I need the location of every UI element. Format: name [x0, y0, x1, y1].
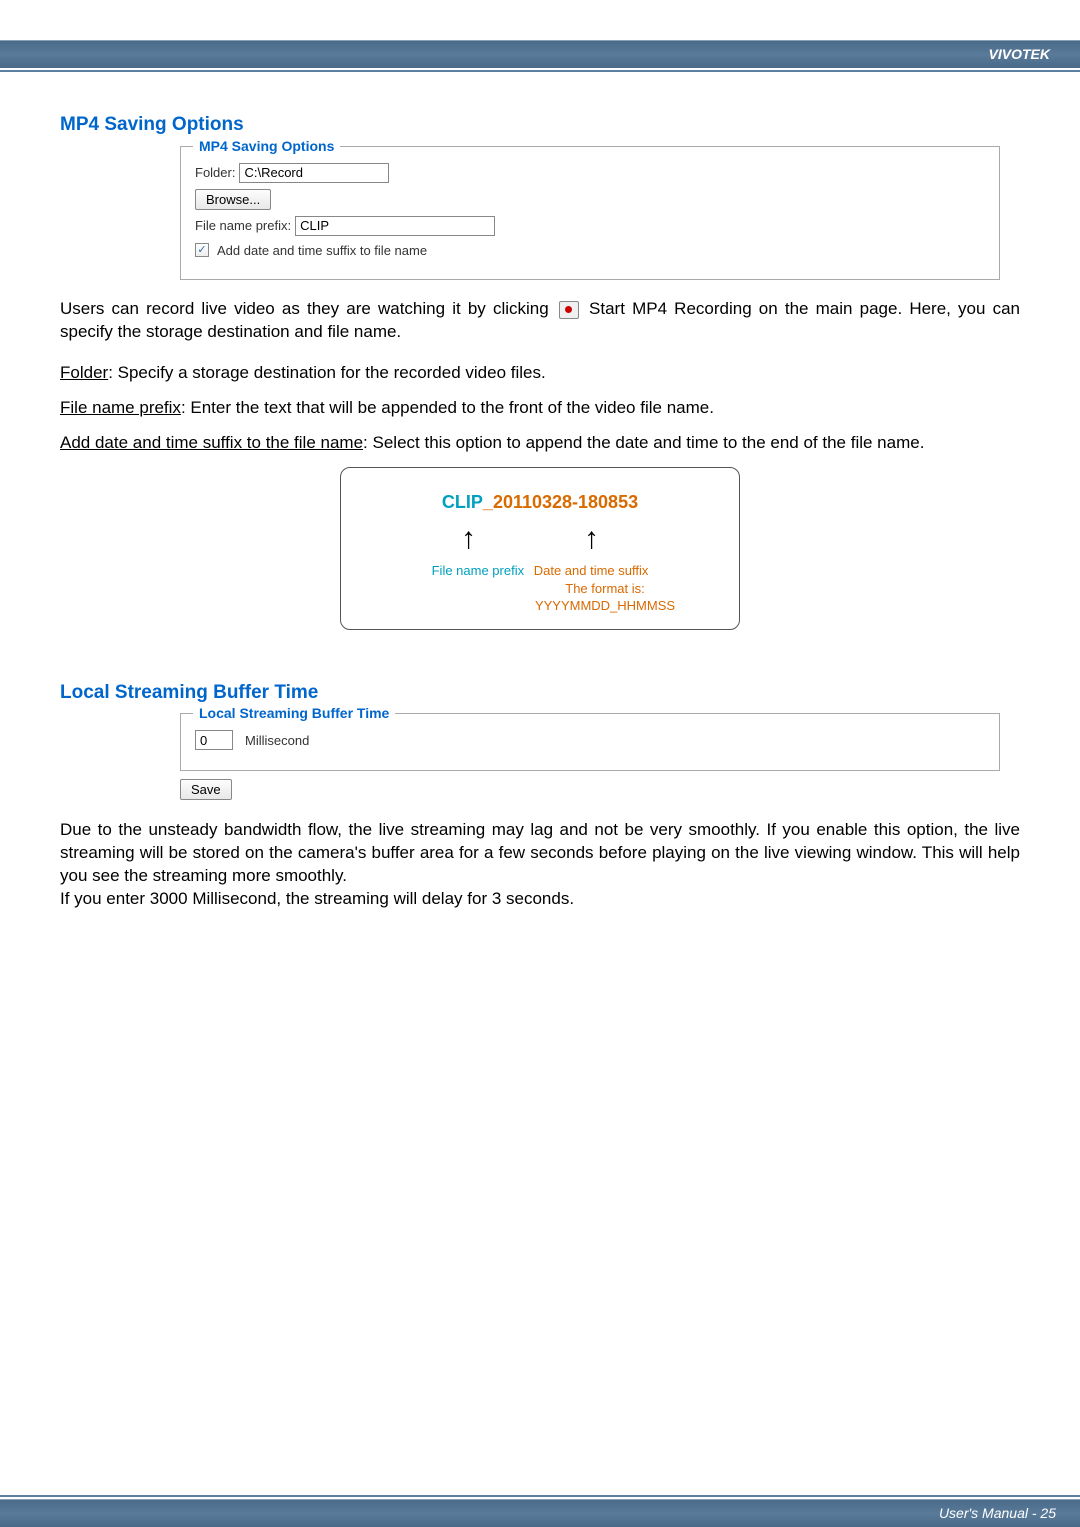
buffer-legend: Local Streaming Buffer Time [193, 704, 395, 723]
buffer-body2: If you enter 3000 Millisecond, the strea… [60, 888, 1020, 911]
example-sep: _ [483, 492, 493, 512]
folder-label: Folder: [195, 164, 235, 182]
header-spacer [0, 0, 1080, 40]
footer: User's Manual - 25 [0, 1495, 1080, 1527]
buffer-row: Millisecond [195, 730, 985, 750]
mp4-heading: MP4 Saving Options [60, 112, 1020, 138]
buffer-unit: Millisecond [245, 732, 309, 750]
def-suffix-text: : Select this option to append the date … [363, 433, 924, 452]
prefix-input[interactable] [295, 216, 495, 236]
suffix-checkbox[interactable]: ✓ [195, 243, 209, 257]
intro-pre: Users can record live video as they are … [60, 299, 549, 318]
footer-text: User's Manual - 25 [939, 1500, 1080, 1521]
browse-row: Browse... [195, 189, 985, 210]
footer-bar: User's Manual - 25 [0, 1499, 1080, 1527]
def-suffix: Add date and time suffix to the file nam… [60, 432, 1020, 455]
record-icon [559, 301, 579, 319]
example-prefix: CLIP [442, 492, 483, 512]
mp4-fieldset: MP4 Saving Options Folder: Browse... Fil… [180, 146, 1000, 281]
buffer-body: Due to the unsteady bandwidth flow, the … [60, 819, 1020, 888]
example-arrows: ↑ ↑ [365, 524, 715, 554]
folder-input[interactable] [239, 163, 389, 183]
def-prefix-text: : Enter the text that will be appended t… [181, 398, 714, 417]
mp4-legend: MP4 Saving Options [193, 137, 340, 156]
spacer [60, 640, 1020, 680]
buffer-fieldset: Local Streaming Buffer Time Millisecond [180, 713, 1000, 771]
browse-button[interactable]: Browse... [195, 189, 271, 210]
page-content: MP4 Saving Options MP4 Saving Options Fo… [0, 72, 1080, 911]
brand-bar: VIVOTEK [0, 40, 1080, 68]
buffer-heading: Local Streaming Buffer Time [60, 680, 1020, 706]
record-dot-icon [565, 306, 572, 313]
brand-text: VIVOTEK [989, 41, 1080, 62]
save-row: Save [180, 779, 1020, 801]
example-suffix: 20110328-180853 [493, 492, 638, 512]
example-box: CLIP_20110328-180853 ↑ ↑ File name prefi… [340, 467, 740, 630]
example-filename: CLIP_20110328-180853 [365, 490, 715, 514]
suffix-checkbox-label: Add date and time suffix to file name [217, 242, 427, 260]
buffer-input[interactable] [195, 730, 233, 750]
example-labels: File name prefix Date and time suffix Th… [365, 562, 715, 615]
prefix-label: File name prefix: [195, 217, 291, 235]
save-button[interactable]: Save [180, 779, 232, 800]
def-prefix-term: File name prefix [60, 398, 181, 417]
up-arrow-icon: ↑ [461, 524, 476, 554]
def-folder: Folder: Specify a storage destination fo… [60, 362, 1020, 385]
def-suffix-term: Add date and time suffix to the file nam… [60, 433, 363, 452]
suffix-checkbox-row: ✓ Add date and time suffix to file name [195, 242, 985, 260]
example-label-suffix: Date and time suffix [534, 563, 649, 578]
mp4-intro: Users can record live video as they are … [60, 298, 1020, 344]
footer-divider [0, 1495, 1080, 1497]
prefix-row: File name prefix: [195, 216, 985, 236]
def-prefix: File name prefix: Enter the text that wi… [60, 397, 1020, 420]
def-folder-term: Folder [60, 363, 108, 382]
example-format: The format is: YYYYMMDD_HHMMSS [495, 580, 715, 615]
def-folder-text: : Specify a storage destination for the … [108, 363, 546, 382]
folder-row: Folder: [195, 163, 985, 183]
example-label-prefix: File name prefix [432, 563, 524, 578]
up-arrow-icon: ↑ [584, 524, 599, 554]
